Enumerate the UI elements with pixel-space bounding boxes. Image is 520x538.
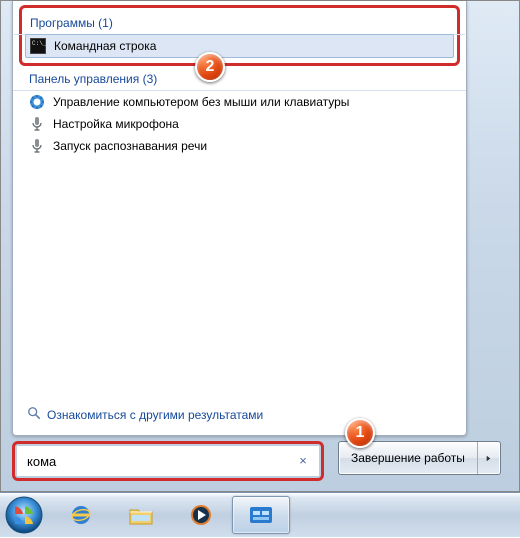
annotation-callout-1: 1 [345, 418, 375, 448]
see-more-results[interactable]: Ознакомиться с другими результатами [27, 406, 263, 423]
result-label: Управление компьютером без мыши или клав… [53, 95, 349, 109]
start-menu-window: Программы (1) Командная строка Панель уп… [0, 0, 520, 492]
search-input[interactable] [25, 453, 295, 470]
start-button[interactable] [4, 495, 44, 535]
ease-of-access-icon [29, 94, 45, 110]
shutdown-label: Завершение работы [351, 451, 465, 465]
section-header-control-panel: Панель управления (3) [25, 70, 454, 90]
microphone-icon [29, 116, 45, 132]
taskbar-explorer[interactable] [112, 496, 170, 534]
annotation-highlight-search: × [12, 441, 324, 481]
annotation-callout-2: 2 [195, 52, 225, 82]
result-label: Запуск распознавания речи [53, 139, 207, 153]
result-command-prompt[interactable]: Командная строка [25, 34, 454, 58]
result-label: Настройка микрофона [53, 117, 179, 131]
result-ease-of-access[interactable]: Управление компьютером без мыши или клав… [25, 91, 454, 113]
taskbar-media-player[interactable] [172, 496, 230, 534]
taskbar-active-app[interactable] [232, 496, 290, 534]
see-more-label: Ознакомиться с другими результатами [47, 408, 263, 422]
result-label: Командная строка [54, 39, 156, 53]
cmd-icon [30, 38, 46, 54]
section-header-programs: Программы (1) [26, 14, 453, 34]
microphone-icon [29, 138, 45, 154]
result-speech-recognition[interactable]: Запуск распознавания речи [25, 135, 454, 157]
search-row: × Завершение работы [12, 441, 501, 481]
search-results-panel: Программы (1) Командная строка Панель уп… [12, 1, 467, 436]
taskbar [0, 492, 520, 537]
annotation-highlight-programs: Программы (1) Командная строка [19, 5, 460, 66]
search-icon [27, 406, 41, 423]
result-microphone-setup[interactable]: Настройка микрофона [25, 113, 454, 135]
clear-search-button[interactable]: × [295, 453, 311, 469]
taskbar-ie[interactable] [52, 496, 110, 534]
search-box[interactable]: × [17, 446, 319, 476]
shutdown-menu-arrow[interactable] [478, 442, 500, 474]
